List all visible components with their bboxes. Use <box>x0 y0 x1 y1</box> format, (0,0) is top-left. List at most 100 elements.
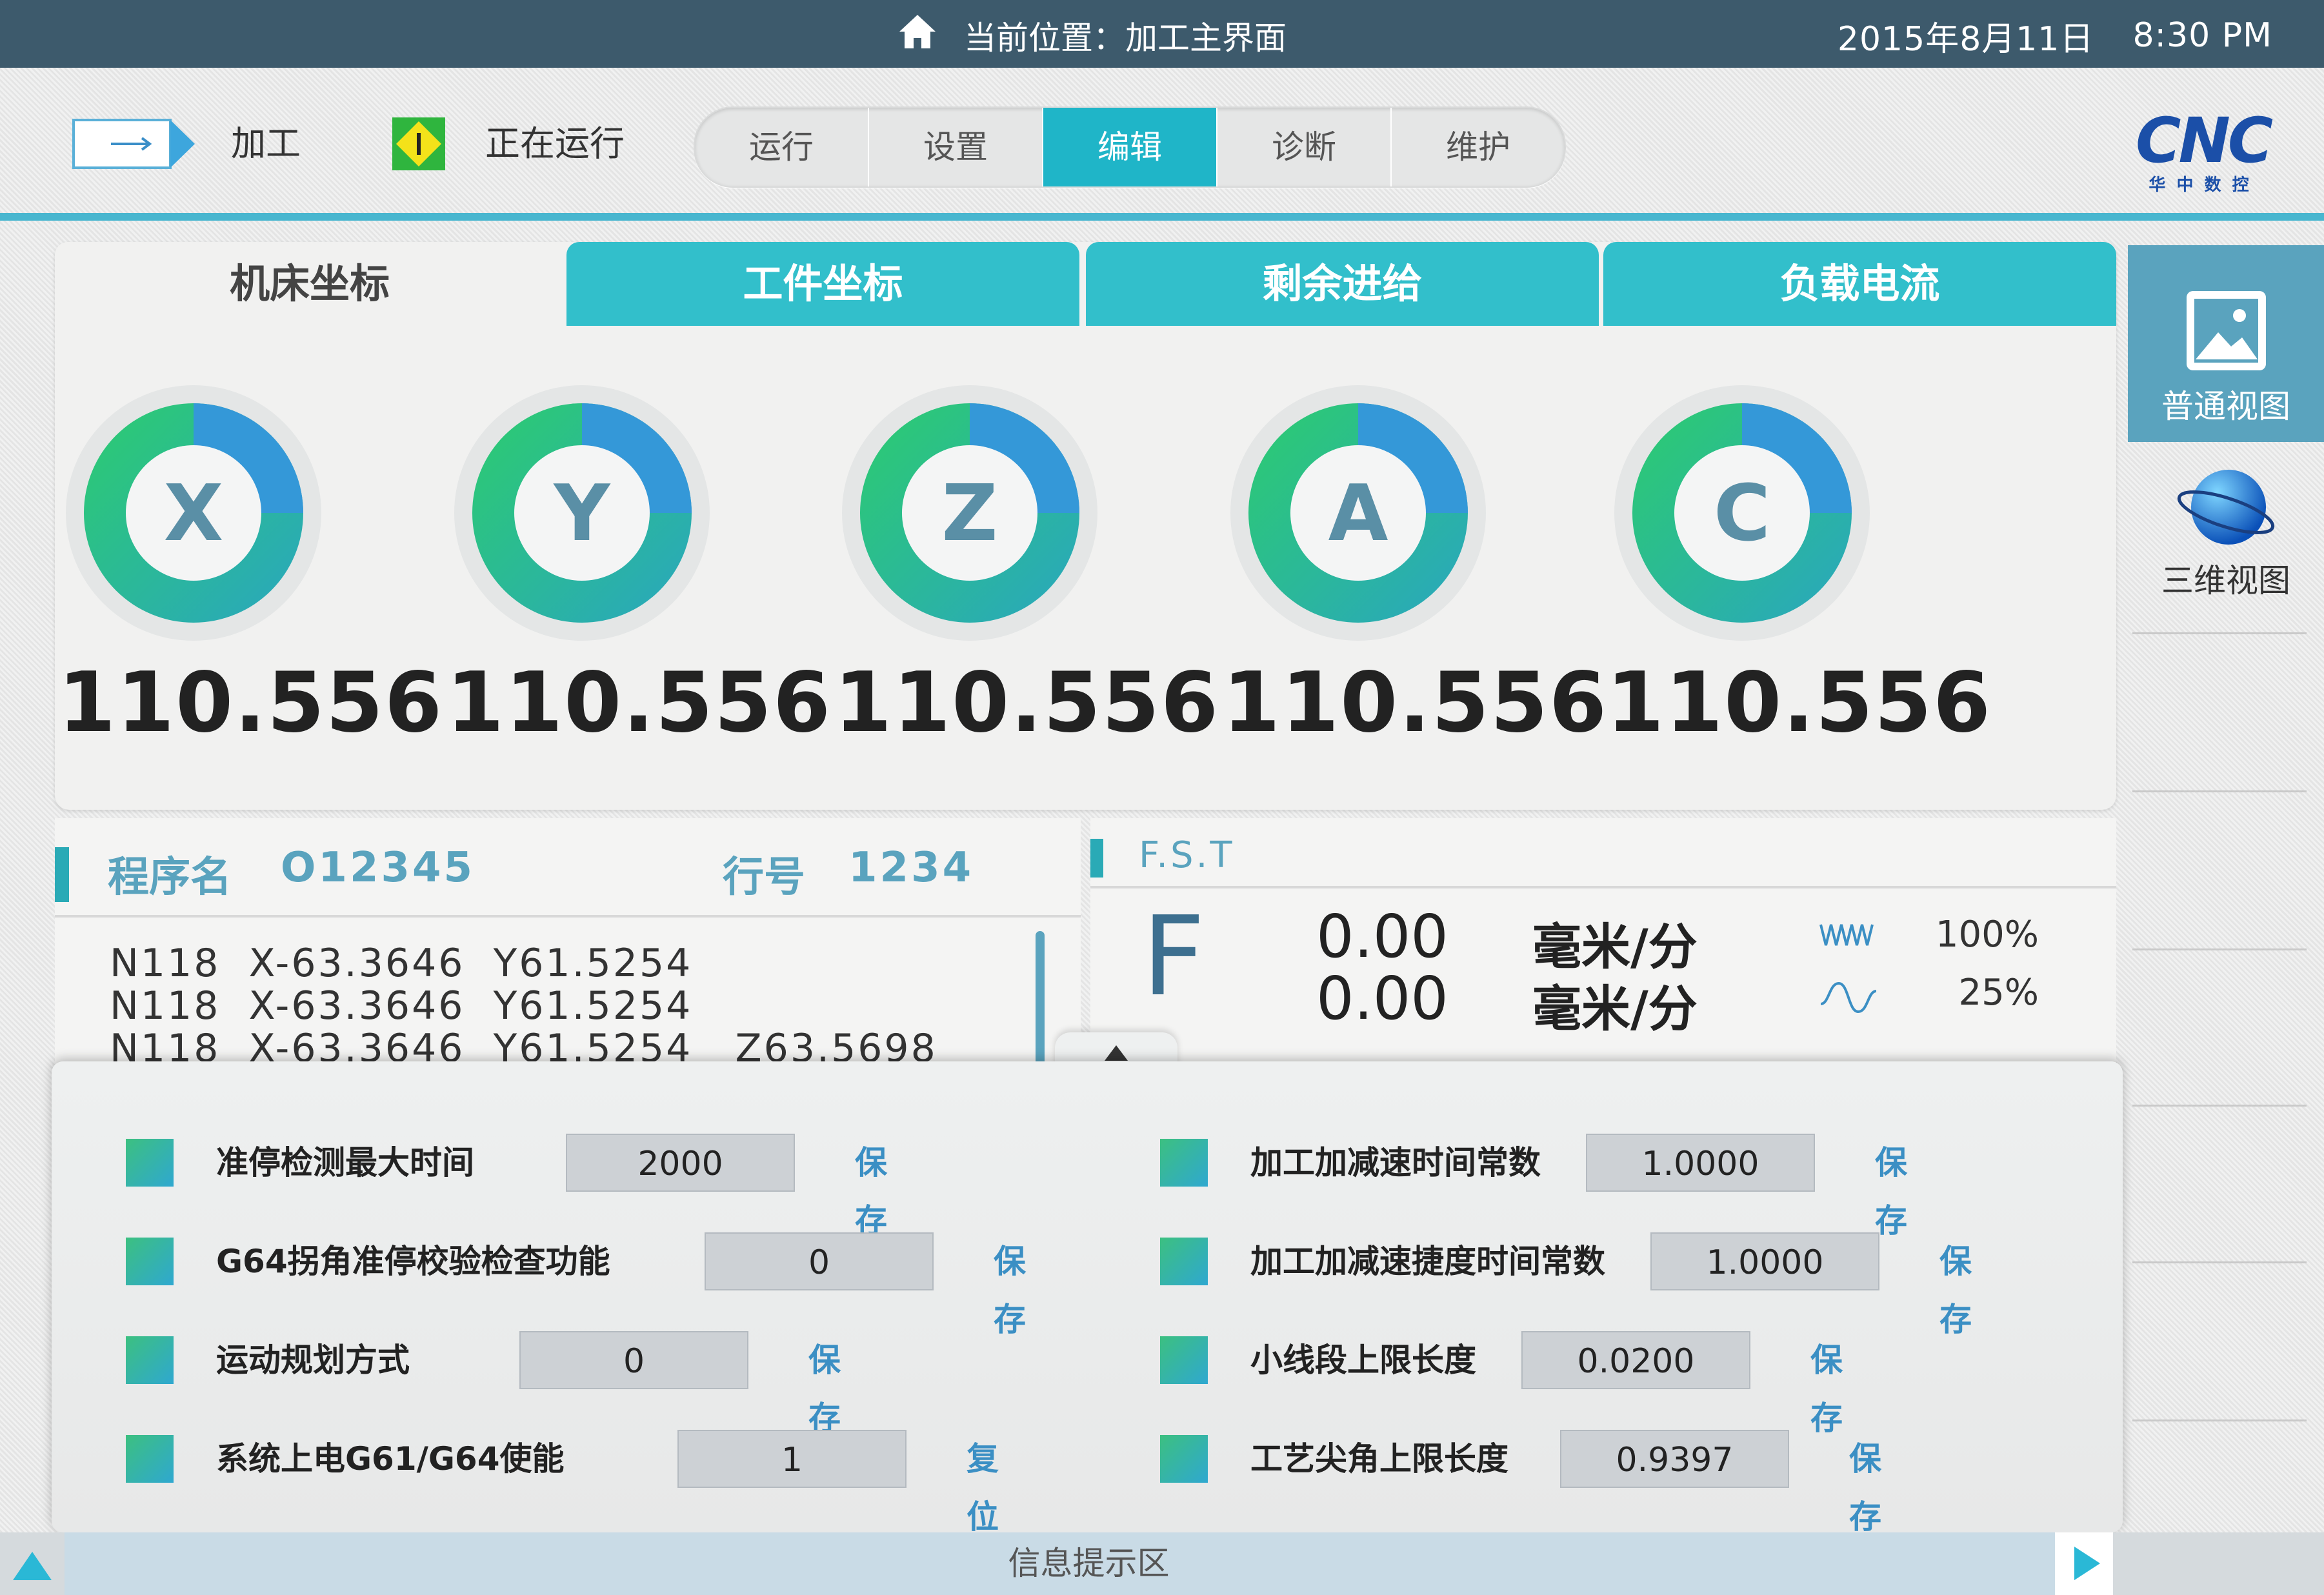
date-text: 2015年8月11日 <box>1837 19 2094 59</box>
fst-panel: F.S.T F 0.00 0.00 毫米/分 毫米/分 100% 25% <box>1090 818 2116 1089</box>
line-number: 1234 <box>848 844 974 892</box>
param-save-button[interactable]: 保存 <box>994 1232 1026 1349</box>
param-marker-icon <box>126 1336 174 1384</box>
param-label: G64拐角准停校验检查功能 <box>216 1243 610 1280</box>
tab-settings[interactable]: 设置 <box>869 108 1043 186</box>
axis-letter: X <box>164 469 224 559</box>
param-marker-icon <box>126 1435 174 1483</box>
param-label: 系统上电G61/G64使能 <box>216 1440 565 1478</box>
feed-override-icon <box>1819 918 1878 953</box>
tab-load-current[interactable]: 负载电流 <box>1603 242 2116 326</box>
program-panel: 程序名 O12345 行号 1234 N118 X-63.3646 Y61.52… <box>55 818 1081 1089</box>
axis-value: 110.556 <box>1607 655 1992 751</box>
feed-value: 0.00 <box>1316 964 1448 1033</box>
side-divider <box>2132 790 2307 792</box>
header-divider <box>0 213 2324 221</box>
divider <box>1090 886 2116 888</box>
param-value-input[interactable]: 0 <box>519 1331 748 1389</box>
param-value-input[interactable]: 2000 <box>566 1134 795 1192</box>
feed-unit: 毫米/分 <box>1532 918 1698 976</box>
axis-letter: Z <box>941 469 997 559</box>
axis-value: 110.556 <box>58 655 443 751</box>
program-line: N118 X-63.3646 Y61.5254 <box>110 983 693 1028</box>
tab-run[interactable]: 运行 <box>695 108 869 186</box>
side-divider <box>2132 1261 2307 1263</box>
location-area: 当前位置：加工主界面 <box>897 13 1287 58</box>
axis-gauge-z: Z 110.556 <box>834 384 1218 751</box>
expand-up-icon[interactable] <box>13 1552 52 1580</box>
location-text: 当前位置：加工主界面 <box>964 19 1287 57</box>
axis-value: 110.556 <box>1223 655 1608 751</box>
param-save-button[interactable]: 保存 <box>1849 1430 1881 1546</box>
running-status-label: 正在运行 <box>485 123 625 164</box>
feed-unit: 毫米/分 <box>1532 980 1698 1038</box>
tab-workpiece-coord[interactable]: 工件坐标 <box>566 242 1079 326</box>
picture-icon <box>2183 287 2270 374</box>
program-line: N118 X-63.3646 Y61.5254 <box>110 941 693 986</box>
param-value-input[interactable]: 1.0000 <box>1650 1232 1879 1290</box>
program-name: O12345 <box>281 844 476 892</box>
axis-gauge-c: C 110.556 <box>1607 384 1992 751</box>
divider <box>55 915 1081 918</box>
play-icon <box>2074 1547 2100 1580</box>
param-save-button[interactable]: 保存 <box>1810 1331 1843 1447</box>
axis-gauge-y: Y 110.556 <box>446 384 830 751</box>
info-bar: 信息提示区 <box>0 1532 2324 1595</box>
param-marker-icon <box>126 1238 174 1285</box>
param-marker-icon <box>1160 1435 1208 1483</box>
tab-machine-coord[interactable]: 机床坐标 <box>55 242 565 326</box>
axis-letter: A <box>1328 469 1388 559</box>
param-save-button[interactable]: 复位 <box>967 1430 999 1546</box>
side-divider <box>2132 632 2307 634</box>
mode-arrow-icon[interactable] <box>72 117 198 170</box>
collapse-arrow-icon <box>1105 1045 1128 1061</box>
param-save-button[interactable]: 保存 <box>1875 1134 1907 1250</box>
param-value-input[interactable]: 1 <box>677 1430 907 1488</box>
info-area: 信息提示区 <box>65 1532 2113 1595</box>
side-divider <box>2132 1105 2307 1107</box>
fst-title: F.S.T <box>1139 834 1235 876</box>
info-next-button[interactable] <box>2055 1532 2113 1595</box>
line-number-label: 行号 <box>723 854 805 901</box>
tab-edit[interactable]: 编辑 <box>1043 108 1217 186</box>
axis-ring-icon: Y <box>454 385 710 641</box>
3d-view-button[interactable]: 三维视图 <box>2128 465 2324 601</box>
side-divider <box>2132 948 2307 950</box>
normal-view-button[interactable]: 普通视图 <box>2128 245 2324 442</box>
axis-ring-icon: A <box>1230 385 1486 641</box>
coordinate-panel: 机床坐标 工件坐标 剩余进给 负载电流 X 110.556 Y 110.556 Z 110… <box>55 242 2116 810</box>
section-marker <box>55 847 69 902</box>
param-save-button[interactable]: 保存 <box>1939 1232 1972 1349</box>
mode-label: 加工 <box>231 123 301 164</box>
globe-icon <box>2174 465 2278 555</box>
home-icon[interactable] <box>897 12 938 59</box>
logo-subtitle: 华 中 数 控 <box>2149 176 2252 195</box>
param-label: 运动规划方式 <box>216 1341 410 1379</box>
axis-ring-icon: Z <box>842 385 1097 641</box>
param-value-input[interactable]: 0.0200 <box>1521 1331 1750 1389</box>
axis-ring-icon: X <box>66 385 321 641</box>
info-label: 信息提示区 <box>1008 1545 1170 1582</box>
param-value-input[interactable]: 0 <box>705 1232 934 1290</box>
section-marker <box>1090 839 1103 878</box>
axis-gauge-a: A 110.556 <box>1223 384 1608 751</box>
tab-remaining-feed[interactable]: 剩余进给 <box>1086 242 1599 326</box>
tab-diagnose[interactable]: 诊断 <box>1217 108 1392 186</box>
main-tabs: 运行 设置 编辑 诊断 维护 <box>694 106 1566 188</box>
param-marker-icon <box>126 1139 174 1187</box>
param-label: 准停检测最大时间 <box>216 1144 474 1181</box>
feed-value: 0.00 <box>1316 902 1448 971</box>
param-value-input[interactable]: 0.9397 <box>1560 1430 1789 1488</box>
axis-gauge-x: X 110.556 <box>58 384 443 751</box>
3d-view-label: 三维视图 <box>2161 562 2290 599</box>
axis-letter: Y <box>553 469 612 559</box>
param-label: 小线段上限长度 <box>1250 1341 1476 1379</box>
time-text: 8:30 PM <box>2132 16 2272 55</box>
param-marker-icon <box>1160 1336 1208 1384</box>
param-value-input[interactable]: 1.0000 <box>1586 1134 1815 1192</box>
program-name-label: 程序名 <box>108 854 232 901</box>
param-label: 加工加减速捷度时间常数 <box>1250 1243 1605 1280</box>
parameter-popup: 准停检测最大时间 2000 保存 G64拐角准停校验检查功能 0 保存 运动规划方式 0 保存系… <box>52 1061 2123 1536</box>
tab-maintain[interactable]: 维护 <box>1392 108 1565 186</box>
param-marker-icon <box>1160 1139 1208 1187</box>
